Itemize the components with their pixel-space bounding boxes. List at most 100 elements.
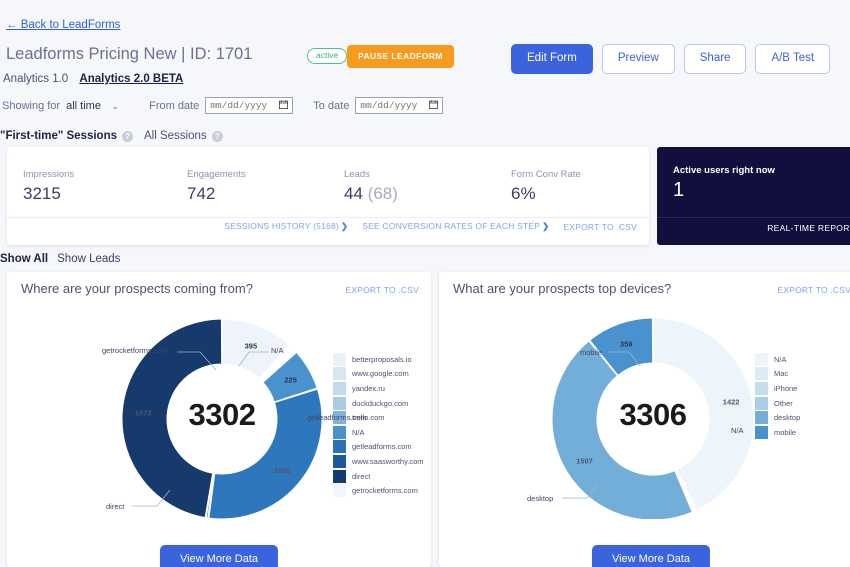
panel-title: What are your prospects top devices? xyxy=(453,281,671,296)
stat-value: 742 xyxy=(187,184,246,204)
status-badge: active xyxy=(307,48,347,64)
sessions-history-link[interactable]: SESSIONS HISTORY (5168)❯ xyxy=(224,221,348,232)
divider xyxy=(7,217,649,218)
legend-item[interactable]: yandex.ru xyxy=(333,381,424,396)
realtime-card: Active users right now 1 REAL-TIME REPOR… xyxy=(657,147,850,245)
slice-value-label: 395 xyxy=(245,341,258,350)
analytics-page: ← Back to LeadForms Leadforms Pricing Ne… xyxy=(0,0,850,567)
chart-legend: betterproposals.iowww.google.com yandex.r… xyxy=(333,352,424,498)
devices-chart-panel: What are your prospects top devices? EXP… xyxy=(439,272,850,567)
legend-item[interactable]: betterproposals.io xyxy=(333,352,424,367)
preview-button[interactable]: Preview xyxy=(602,44,675,74)
slice-value-label: 359 xyxy=(620,340,633,349)
legend-item[interactable]: desktop xyxy=(755,410,800,425)
legend-swatch xyxy=(755,367,768,380)
realtime-report-link[interactable]: REAL-TIME REPORT xyxy=(767,223,850,233)
tab-first-time-sessions[interactable]: "First-time" Sessions ? xyxy=(0,130,133,142)
devices-donut-chart[interactable]: 142215073593306mobiledesktopN/AMaciPhone… xyxy=(439,304,850,519)
stat-leads: Leads 44 (68) xyxy=(344,169,398,204)
legend-label: duckduckgo.com xyxy=(352,399,408,408)
legend-item[interactable]: www.saasworthy.com xyxy=(333,454,424,469)
tab-analytics-1[interactable]: Analytics 1.0 xyxy=(3,73,68,85)
legend-item[interactable]: mobile xyxy=(755,425,800,440)
legend-item[interactable]: duckduckgo.com xyxy=(333,396,424,411)
legend-swatch xyxy=(333,440,346,453)
to-date-label: To date xyxy=(313,100,349,112)
show-filter-tabs: Show All Show Leads xyxy=(0,253,120,265)
legend-item[interactable]: getleadforms.com xyxy=(333,440,424,455)
sources-donut-chart[interactable]: 395225106515723302getrocketforms.comN/Ad… xyxy=(7,304,431,519)
legend-swatch xyxy=(333,397,346,410)
legend-label: iPhone xyxy=(774,384,797,393)
slice-callout-label: mobile xyxy=(580,348,602,357)
chevron-right-icon: ❯ xyxy=(341,221,348,231)
legend-swatch xyxy=(333,382,346,395)
back-to-leadforms-link[interactable]: ← Back to LeadForms xyxy=(6,19,120,31)
slice-value-label: 1572 xyxy=(135,409,152,418)
tab-show-all[interactable]: Show All xyxy=(0,253,48,265)
showing-for-label: Showing for xyxy=(2,100,60,112)
legend-item[interactable]: iPhone xyxy=(755,381,800,396)
chevron-right-icon: ❯ xyxy=(542,221,549,231)
legend-item[interactable]: Other xyxy=(755,396,800,411)
help-icon[interactable]: ? xyxy=(122,131,133,142)
slice-callout-label: direct xyxy=(106,502,124,511)
legend-swatch xyxy=(755,411,768,424)
tab-first-time-sessions-label: "First-time" Sessions xyxy=(0,130,117,142)
from-date-input[interactable] xyxy=(205,97,293,114)
legend-item[interactable]: getrocketforms.com xyxy=(333,483,424,498)
conversion-rates-link[interactable]: SEE CONVERSION RATES OF EACH STEP❯ xyxy=(362,221,549,232)
slice-value-label: 1507 xyxy=(576,456,593,465)
view-more-data-button[interactable]: View More Data xyxy=(160,545,278,567)
legend-item[interactable]: Mac xyxy=(755,367,800,382)
ab-test-button[interactable]: A/B Test xyxy=(755,44,830,74)
stats-card: Impressions 3215 Engagements 742 Leads 4… xyxy=(7,147,649,245)
from-date-wrap xyxy=(205,97,293,114)
analytics-version-tabs: Analytics 1.0 Analytics 2.0 BETA xyxy=(3,73,183,85)
legend-label: getrocketforms.com xyxy=(352,486,418,495)
legend-swatch xyxy=(333,455,346,468)
tab-all-sessions[interactable]: All Sessions ? xyxy=(144,130,223,142)
legend-swatch xyxy=(755,426,768,439)
legend-label: Other xyxy=(774,399,793,408)
slice-value-label: 1065 xyxy=(274,466,291,475)
stat-label: Engagements xyxy=(187,169,246,180)
share-button[interactable]: Share xyxy=(684,44,747,74)
legend-label: yandex.ru xyxy=(352,384,385,393)
tab-show-leads[interactable]: Show Leads xyxy=(57,253,120,265)
help-icon[interactable]: ? xyxy=(212,131,223,142)
tab-analytics-2-beta[interactable]: Analytics 2.0 BETA xyxy=(79,73,183,85)
realtime-value: 1 xyxy=(673,179,684,202)
pause-leadform-button[interactable]: PAUSE LEADFORM xyxy=(347,45,454,68)
from-date-label: From date xyxy=(149,100,199,112)
realtime-label: Active users right now xyxy=(673,165,775,176)
legend-item[interactable]: direct xyxy=(333,469,424,484)
view-more-data-button[interactable]: View More Data xyxy=(592,545,710,567)
filter-bar: Showing for all time ⌄ From date To date xyxy=(2,97,463,114)
page-title: Leadforms Pricing New | ID: 1701 xyxy=(6,45,252,64)
stat-engagements: Engagements 742 xyxy=(187,169,246,204)
showing-for-select[interactable]: all time xyxy=(66,99,123,113)
stat-leads-primary: 44 xyxy=(344,184,363,203)
to-date-input[interactable] xyxy=(355,97,443,114)
legend-item[interactable]: N/A xyxy=(755,352,800,367)
legend-label: mobile xyxy=(774,428,796,437)
legend-label: getleadforms.com xyxy=(352,442,412,451)
edit-form-button[interactable]: Edit Form xyxy=(511,44,593,74)
legend-label: Mac xyxy=(774,369,788,378)
tab-all-sessions-label: All Sessions xyxy=(144,130,207,142)
legend-item[interactable]: www.google.com xyxy=(333,367,424,382)
panel-title: Where are your prospects coming from? xyxy=(21,281,253,296)
legend-swatch xyxy=(333,470,346,483)
stats-card-links: SESSIONS HISTORY (5168)❯ SEE CONVERSION … xyxy=(224,221,637,232)
legend-label: direct xyxy=(352,472,370,481)
export-csv-link[interactable]: EXPORT TO .CSV xyxy=(777,285,850,295)
slice-callout-label: desktop xyxy=(527,494,553,503)
export-csv-link[interactable]: EXPORT TO .CSV xyxy=(345,285,419,295)
stat-label: Impressions xyxy=(23,169,74,180)
legend-swatch xyxy=(333,484,346,497)
export-csv-link[interactable]: EXPORT TO .CSV xyxy=(563,222,637,232)
legend-swatch xyxy=(755,353,768,366)
slice-callout-label: N/A xyxy=(271,346,284,355)
legend-item[interactable]: N/A xyxy=(333,425,424,440)
